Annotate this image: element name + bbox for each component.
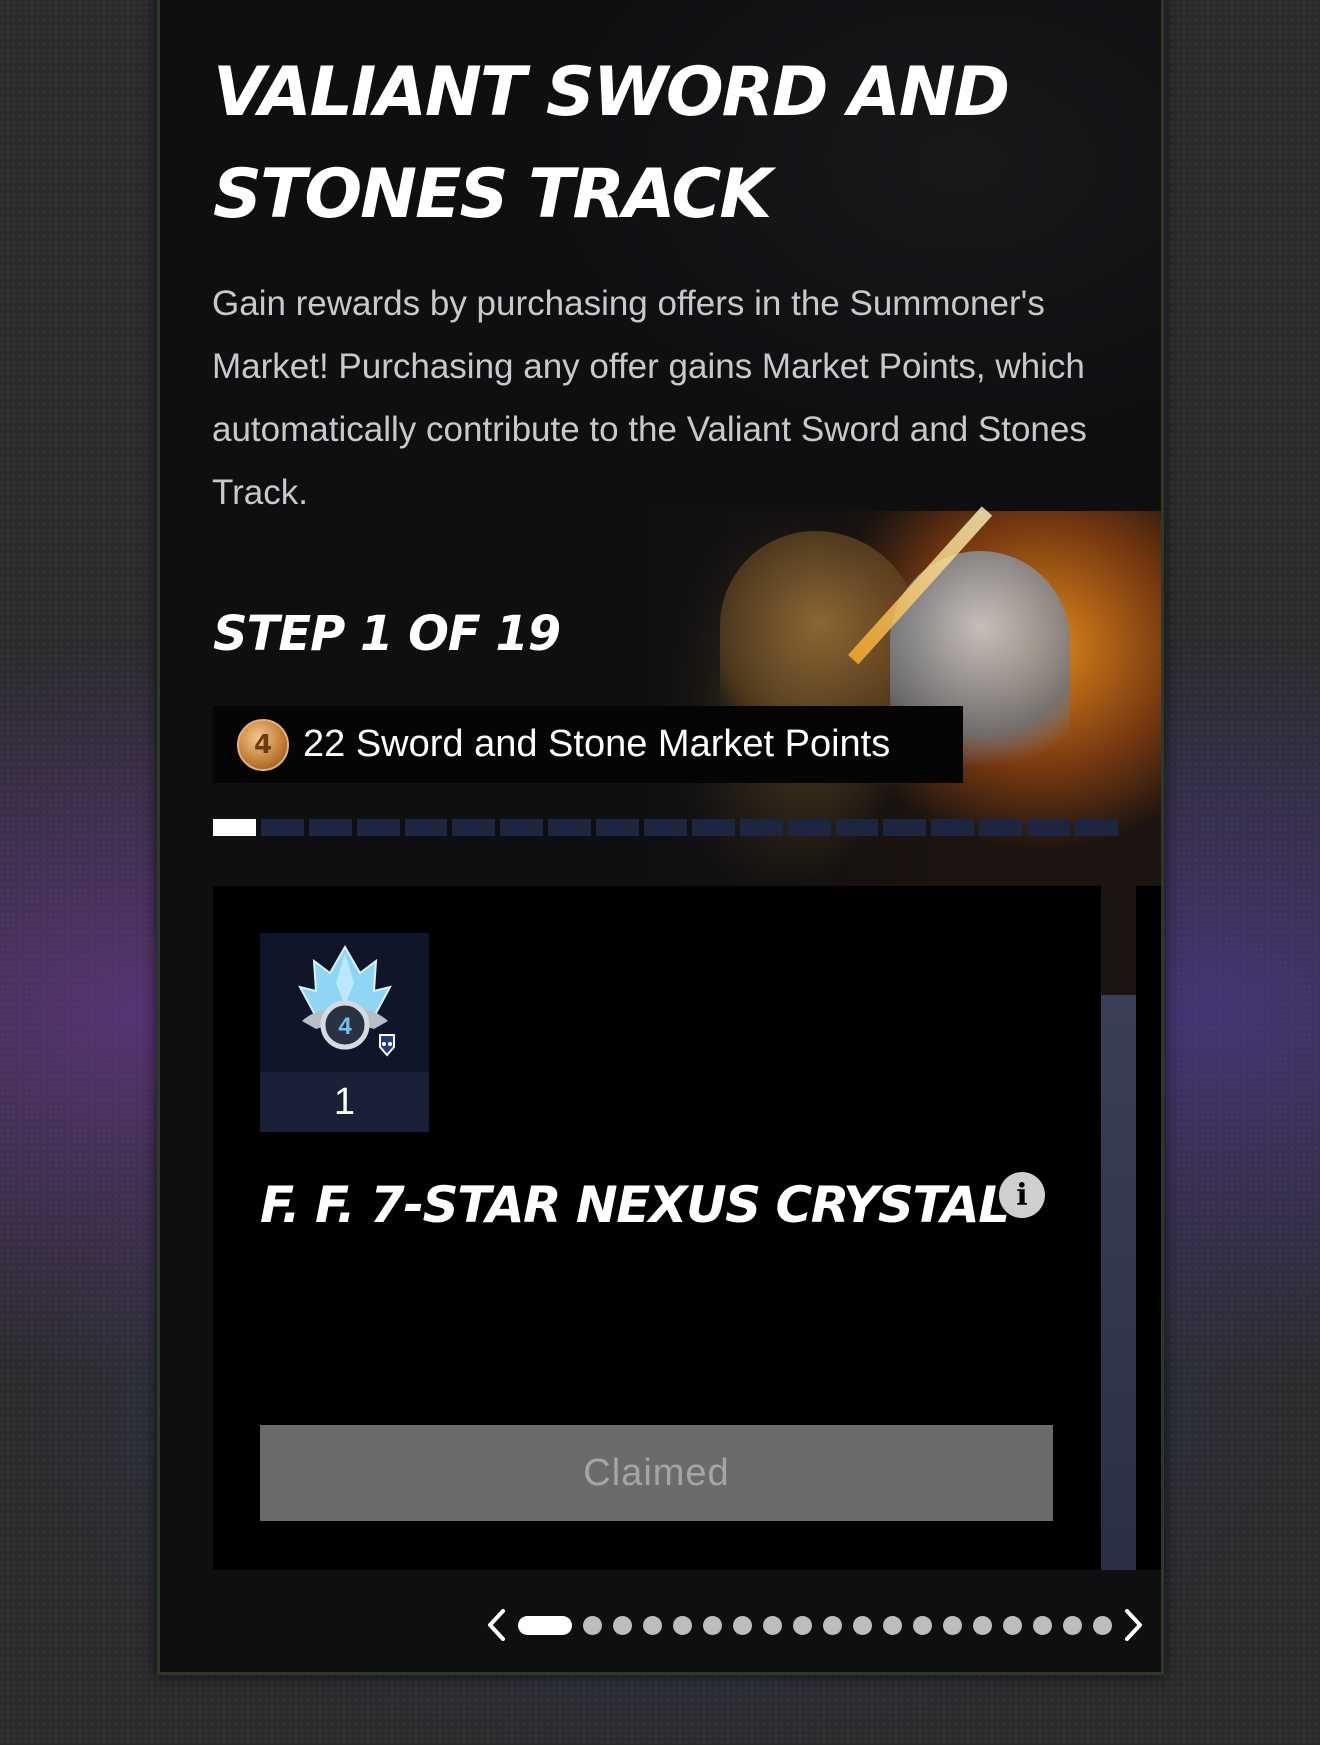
step-label: STEP 1 OF 19 <box>213 606 561 662</box>
progress-segment <box>883 819 927 836</box>
progress-segment <box>500 819 544 836</box>
market-points-text: 22 Sword and Stone Market Points <box>303 723 891 765</box>
reward-card: 4 1 F. F. 7-STAR NEXUS CRYSTAL i Claimed <box>213 886 1101 1570</box>
svg-text:4: 4 <box>338 1013 352 1040</box>
reward-item-name: F. F. 7-STAR NEXUS CRYSTAL <box>260 1176 1010 1234</box>
pager-dot[interactable] <box>673 1615 692 1635</box>
progress-segment <box>213 819 256 836</box>
chevron-right-icon[interactable] <box>1116 1606 1152 1644</box>
pager-dot[interactable] <box>613 1615 632 1635</box>
progress-segment <box>691 819 735 836</box>
progress-segment <box>787 819 831 836</box>
pager-dots <box>518 1615 1112 1635</box>
next-reward-card-edge[interactable] <box>1136 886 1161 1570</box>
pager-dot[interactable] <box>853 1615 872 1635</box>
progress-segment <box>548 819 592 836</box>
pager-dot[interactable] <box>1093 1615 1112 1635</box>
track-title: VALIANT SWORD AND STONES TRACK <box>213 53 1010 234</box>
reward-item-art: 4 <box>260 933 429 1072</box>
pager-dot[interactable] <box>733 1615 752 1635</box>
progress-segment <box>596 819 640 836</box>
progress-segment <box>356 819 400 836</box>
step-progress-bar <box>213 819 1118 836</box>
pager-dot[interactable] <box>643 1615 662 1635</box>
info-icon[interactable]: i <box>999 1172 1045 1218</box>
pager-dot[interactable] <box>823 1615 842 1635</box>
reward-quantity: 1 <box>260 1072 429 1132</box>
progress-segment <box>979 819 1023 836</box>
pager-dot[interactable] <box>943 1615 962 1635</box>
pager-dot[interactable] <box>913 1615 932 1635</box>
chevron-left-icon[interactable] <box>478 1606 514 1644</box>
pager-dot[interactable] <box>883 1615 902 1635</box>
carousel-pager <box>478 1606 1161 1644</box>
pager-dot[interactable] <box>1003 1615 1022 1635</box>
pager-dot-active[interactable] <box>518 1615 572 1635</box>
next-reward-peek[interactable] <box>1101 995 1136 1570</box>
market-points-badge: 4 22 Sword and Stone Market Points <box>213 706 963 783</box>
pager-dot[interactable] <box>1063 1615 1082 1635</box>
pager-dot[interactable] <box>763 1615 782 1635</box>
pager-dot[interactable] <box>1033 1615 1052 1635</box>
progress-segment <box>308 819 352 836</box>
nexus-crystal-icon: 4 <box>297 944 395 1057</box>
progress-segment <box>835 819 879 836</box>
progress-segment <box>452 819 496 836</box>
progress-segment <box>739 819 783 836</box>
claimed-button[interactable]: Claimed <box>260 1425 1053 1521</box>
pager-dot[interactable] <box>703 1615 722 1635</box>
pager-dot[interactable] <box>973 1615 992 1635</box>
pager-dot[interactable] <box>583 1615 602 1635</box>
track-description: Gain rewards by purchasing offers in the… <box>212 284 1087 512</box>
progress-segment <box>1075 819 1118 836</box>
pager-dot[interactable] <box>793 1615 812 1635</box>
progress-segment <box>1027 819 1071 836</box>
progress-segment <box>931 819 975 836</box>
track-card: VALIANT SWORD AND STONES TRACK Gain rewa… <box>157 0 1164 1675</box>
reward-item-tile[interactable]: 4 1 <box>260 933 429 1132</box>
fantastic-four-coin-icon: 4 <box>237 718 289 771</box>
progress-segment <box>404 819 448 836</box>
progress-segment <box>644 819 687 836</box>
progress-segment <box>260 819 304 836</box>
